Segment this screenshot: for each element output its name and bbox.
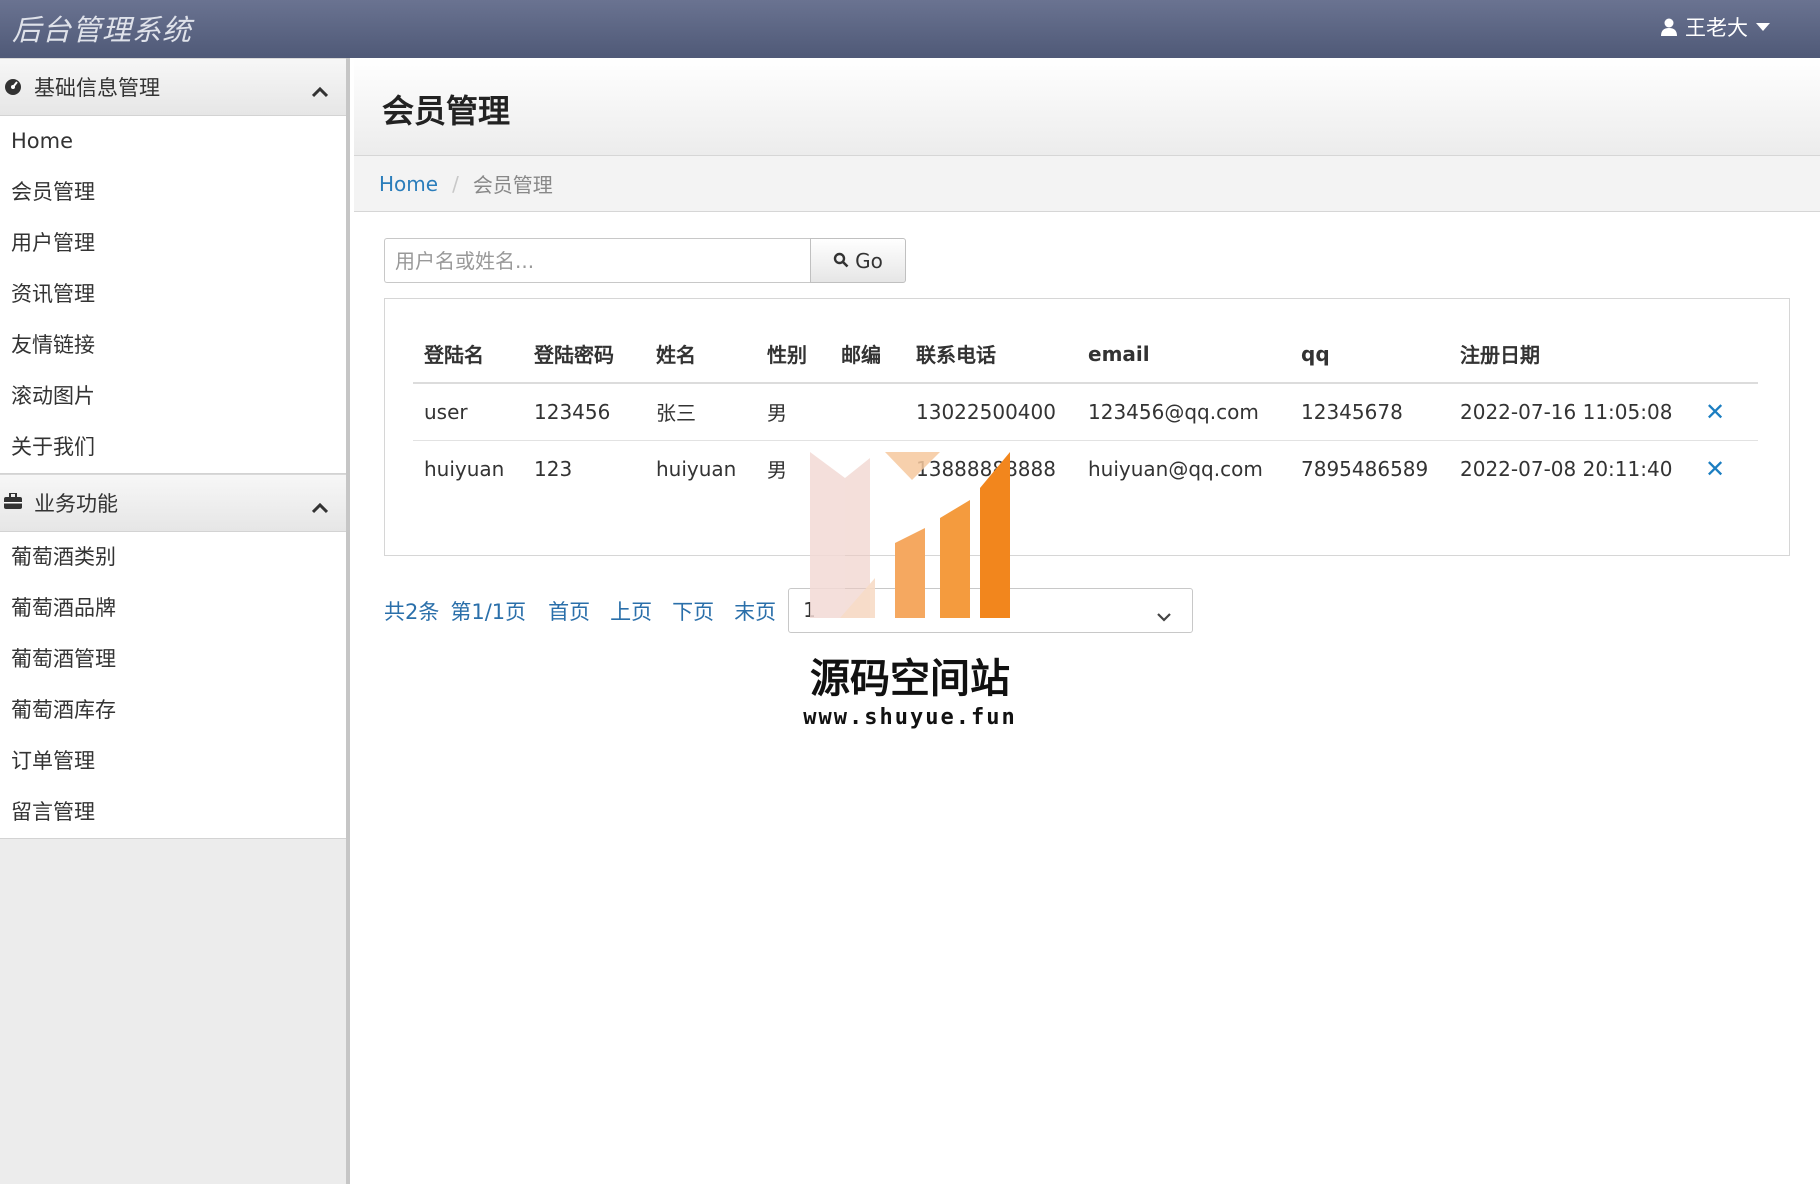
column-header: qq [1290, 325, 1449, 384]
cell-login-name: huiyuan [424, 456, 505, 481]
app-title: 后台管理系统 [12, 13, 193, 47]
top-navbar: 后台管理系统 王老大 [0, 0, 1820, 58]
user-menu[interactable]: 王老大 [1661, 12, 1770, 42]
pager-total: 共2条 [384, 599, 440, 624]
column-header: 注册日期 [1449, 325, 1694, 384]
member-table-panel: 登陆名 登陆密码 姓名 性别 邮编 联系电话 email qq 注册日期 use… [384, 298, 1790, 556]
cell-name: huiyuan [656, 456, 737, 481]
search-button[interactable]: Go [810, 238, 906, 283]
cell-reg-date: 2022-07-16 11:05:08 [1449, 383, 1694, 441]
table-row: user 123456 张三 男 13022500400 123456@qq.c… [413, 383, 1758, 441]
member-table: 登陆名 登陆密码 姓名 性别 邮编 联系电话 email qq 注册日期 use… [413, 325, 1758, 497]
sidebar: 基础信息管理 Home 会员管理 用户管理 资讯管理 友情链接 滚动图片 关于我… [0, 58, 350, 1184]
sidebar-section-business[interactable]: 业务功能 [0, 474, 346, 532]
search-bar: Go [384, 238, 906, 283]
caret-down-icon [1756, 22, 1770, 32]
delete-icon[interactable]: ✕ [1705, 455, 1725, 483]
cell-gender: 男 [756, 383, 830, 441]
user-icon [1661, 18, 1677, 36]
pager-page-info: 第1/1页 [450, 599, 527, 624]
column-header: 性别 [756, 325, 830, 384]
sidebar-item-about[interactable]: 关于我们 [0, 422, 346, 473]
pager-prev-link[interactable]: 上页 [610, 596, 652, 626]
sidebar-item-news[interactable]: 资讯管理 [0, 269, 346, 320]
column-header: 登陆名 [413, 325, 523, 384]
search-icon [833, 249, 849, 273]
column-header-actions [1694, 325, 1758, 384]
sidebar-item-wine-category[interactable]: 葡萄酒类别 [0, 532, 346, 583]
sidebar-list-business: 葡萄酒类别 葡萄酒品牌 葡萄酒管理 葡萄酒库存 订单管理 留言管理 [0, 532, 346, 839]
sidebar-section-title: 基础信息管理 [34, 76, 160, 100]
delete-icon[interactable]: ✕ [1705, 398, 1725, 426]
briefcase-icon [4, 493, 26, 513]
user-name: 王老大 [1685, 16, 1748, 40]
sidebar-section-basic[interactable]: 基础信息管理 [0, 58, 346, 116]
column-header: 姓名 [645, 325, 756, 384]
sidebar-item-users[interactable]: 用户管理 [0, 218, 346, 269]
breadcrumb-current: 会员管理 [472, 173, 553, 197]
watermark-text: 源码空间站 [810, 656, 1010, 702]
pagination: 共2条 第1/1页 首页 上页 下页 末页 1 [384, 588, 1194, 633]
sidebar-item-wine-brand[interactable]: 葡萄酒品牌 [0, 583, 346, 634]
sidebar-item-orders[interactable]: 订单管理 [0, 736, 346, 787]
cell-reg-date: 2022-07-08 20:11:40 [1460, 456, 1673, 481]
column-header: 联系电话 [905, 325, 1077, 384]
column-header: 登陆密码 [523, 325, 645, 384]
chevron-up-icon[interactable] [311, 495, 329, 519]
sidebar-item-members[interactable]: 会员管理 [0, 167, 346, 218]
cell-login-name: user [413, 383, 523, 441]
cell-password: 123456 [523, 383, 645, 441]
cell-zip [830, 383, 905, 441]
cell-name: 张三 [645, 383, 756, 441]
sidebar-item-wine-stock[interactable]: 葡萄酒库存 [0, 685, 346, 736]
table-header-row: 登陆名 登陆密码 姓名 性别 邮编 联系电话 email qq 注册日期 [413, 325, 1758, 384]
cell-password: 123 [534, 456, 573, 481]
sidebar-section-title: 业务功能 [34, 492, 118, 516]
column-header: 邮编 [830, 325, 905, 384]
chevron-down-icon [1157, 603, 1171, 627]
pager-first-link[interactable]: 首页 [548, 596, 590, 626]
page-title: 会员管理 [382, 92, 511, 130]
search-input[interactable] [384, 238, 810, 283]
breadcrumb-separator: / [452, 171, 459, 196]
main-content: 会员管理 Home / 会员管理 Go 登陆名 登陆密码 姓名 性别 邮编 联系… [354, 58, 1820, 1184]
cell-email: huiyuan@qq.com [1088, 456, 1263, 481]
dashboard-icon [4, 77, 26, 97]
sidebar-item-wine-manage[interactable]: 葡萄酒管理 [0, 634, 346, 685]
search-button-label: Go [855, 248, 883, 273]
sidebar-list-basic: Home 会员管理 用户管理 资讯管理 友情链接 滚动图片 关于我们 [0, 116, 346, 474]
cell-email: 123456@qq.com [1077, 383, 1290, 441]
cell-qq: 12345678 [1290, 383, 1449, 441]
pager-last-link[interactable]: 末页 [734, 596, 776, 626]
watermark-url: www.shuyue.fun [803, 705, 1017, 730]
chevron-up-icon[interactable] [311, 79, 329, 103]
breadcrumb: Home / 会员管理 [354, 156, 1820, 212]
column-header: email [1077, 325, 1290, 384]
sidebar-item-home[interactable]: Home [0, 116, 346, 167]
page-header: 会员管理 [354, 58, 1820, 156]
sidebar-item-messages[interactable]: 留言管理 [0, 787, 346, 838]
sidebar-item-carousel[interactable]: 滚动图片 [0, 371, 346, 422]
table-row: huiyuan 123 huiyuan 男 13888888888 huiyua… [413, 440, 1758, 497]
cell-qq: 7895486589 [1301, 456, 1429, 481]
sidebar-item-links[interactable]: 友情链接 [0, 320, 346, 371]
pager-next-link[interactable]: 下页 [672, 596, 714, 626]
breadcrumb-home-link[interactable]: Home [379, 172, 438, 196]
cell-phone: 13022500400 [905, 383, 1077, 441]
